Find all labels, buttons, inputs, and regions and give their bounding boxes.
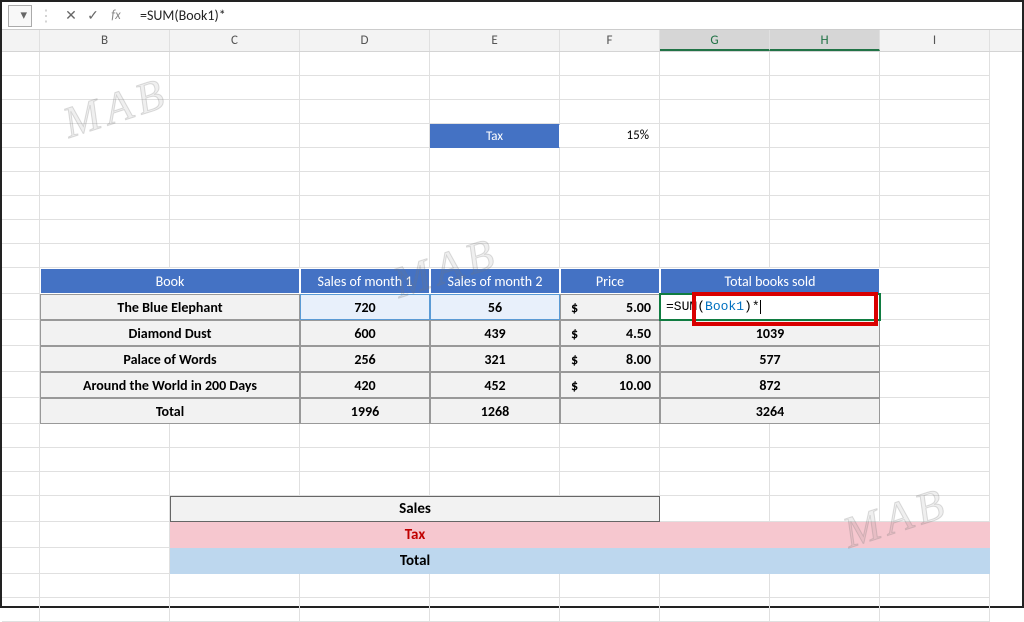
formula-bar: ▾ ⋮ ✕ ✓ fx =SUM(Book1)* xyxy=(2,2,1022,30)
summary-tax[interactable]: Tax xyxy=(170,522,660,548)
table-row-total[interactable]: Total xyxy=(40,398,300,424)
fx-icon[interactable]: fx xyxy=(104,8,128,23)
summary-total[interactable]: Total xyxy=(170,548,660,574)
col-E[interactable]: E xyxy=(430,30,560,51)
cell-m2[interactable]: 56 xyxy=(430,294,560,320)
cell-m1[interactable]: 720 xyxy=(300,294,430,320)
hdr-total[interactable]: Total books sold xyxy=(660,268,880,294)
table-row[interactable]: Diamond Dust xyxy=(40,320,300,346)
tax-label[interactable]: Tax xyxy=(430,124,560,148)
col-H[interactable]: H xyxy=(770,30,880,51)
hdr-m2[interactable]: Sales of month 2 xyxy=(430,268,560,294)
hdr-book[interactable]: Book xyxy=(40,268,300,294)
table-row[interactable]: The Blue Elephant xyxy=(40,294,300,320)
cancel-button[interactable]: ✕ xyxy=(60,7,82,24)
col-B[interactable]: B xyxy=(40,30,170,51)
name-box[interactable]: ▾ xyxy=(8,5,32,27)
hdr-price[interactable]: Price xyxy=(560,268,660,294)
table-row[interactable]: Palace of Words xyxy=(40,346,300,372)
col-F[interactable]: F xyxy=(560,30,660,51)
col-G[interactable]: G xyxy=(660,30,770,51)
confirm-button[interactable]: ✓ xyxy=(82,7,104,24)
tax-value[interactable]: 15% xyxy=(560,124,660,148)
col-D[interactable]: D xyxy=(300,30,430,51)
column-headers: B C D E F G H I xyxy=(2,30,1022,52)
formula-cell[interactable]: =SUM(Book1)* xyxy=(660,294,880,320)
table-row[interactable]: Around the World in 200 Days xyxy=(40,372,300,398)
cell-price[interactable]: $5.00 xyxy=(560,294,660,320)
formula-input[interactable]: =SUM(Book1)* xyxy=(128,7,1022,24)
hdr-m1[interactable]: Sales of month 1 xyxy=(300,268,430,294)
spreadsheet-grid[interactable]: MAB MAB MAB Tax 15% Book Sales of month … xyxy=(2,52,1022,610)
col-I[interactable]: I xyxy=(880,30,990,51)
summary-sales[interactable]: Sales xyxy=(170,496,660,522)
col-C[interactable]: C xyxy=(170,30,300,51)
